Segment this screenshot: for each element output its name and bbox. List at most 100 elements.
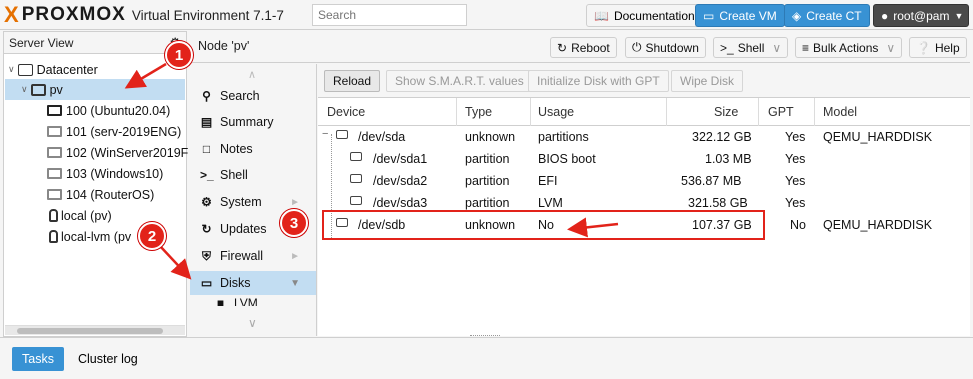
show-smart-button[interactable]: Show S.M.A.R.T. values	[386, 70, 533, 92]
nav-item-disks[interactable]: ▭ Disks ▼	[190, 271, 316, 295]
tab-cluster-log[interactable]: Cluster log	[68, 347, 148, 371]
tree-item-storage[interactable]: local (pv)	[49, 205, 112, 226]
tree-item-storage[interactable]: local-lvm (pv	[49, 226, 131, 247]
node-icon	[30, 83, 46, 96]
create-ct-button[interactable]: ◈ Create CT	[784, 4, 870, 27]
cell-usage: LVM	[538, 196, 563, 210]
initialize-gpt-button[interactable]: Initialize Disk with GPT	[528, 70, 669, 92]
wipe-disk-button[interactable]: Wipe Disk	[671, 70, 744, 92]
scrollbar-thumb[interactable]	[17, 328, 163, 334]
table-row[interactable]: /dev/sda1 partition BIOS boot 1.03 MB Ye…	[318, 148, 970, 170]
nav-label: Summary	[220, 115, 274, 129]
cell-device: /dev/sda3	[373, 196, 428, 210]
nav-item-search[interactable]: ⚲ Search	[190, 84, 316, 108]
documentation-label: Documentation	[613, 8, 695, 23]
shield-icon: ⛨	[201, 248, 211, 263]
cell-size: 321.58 GB	[688, 196, 748, 210]
collapse-icon[interactable]: −	[322, 128, 328, 140]
chevron-down-icon[interactable]: ∨	[772, 41, 781, 55]
book-icon: ▤	[200, 115, 213, 129]
help-label: Help	[934, 40, 960, 55]
node-title: Node 'pv'	[198, 39, 250, 53]
shutdown-button[interactable]: ⏻ Shutdown	[625, 37, 706, 58]
logo-x-mark: X	[4, 2, 20, 27]
cell-gpt: No	[790, 218, 806, 232]
help-button[interactable]: ❔ Help	[909, 37, 967, 58]
collapse-icon[interactable]: ∨	[21, 84, 28, 95]
horizontal-scrollbar[interactable]	[5, 325, 185, 335]
proxmox-logo[interactable]: X PROXMOX Virtual Environment 7.1-7	[4, 2, 284, 27]
column-header-type[interactable]: Type	[465, 105, 492, 119]
column-header-device[interactable]: Device	[327, 105, 365, 119]
collapse-icon[interactable]: ∨	[8, 64, 15, 75]
cell-gpt: Yes	[785, 152, 806, 166]
create-vm-button[interactable]: ▭ Create VM	[695, 4, 785, 27]
cell-size: 536.87 MB	[681, 174, 742, 188]
cell-usage: EFI	[538, 174, 558, 188]
disks-grid: Reload Show S.M.A.R.T. values Initialize…	[318, 64, 970, 336]
tab-tasks[interactable]: Tasks	[12, 347, 64, 371]
user-menu-button[interactable]: ● root@pam ▼	[873, 4, 969, 27]
nav-item-firewall[interactable]: ⛨ Firewall ►	[190, 244, 316, 268]
chevron-down-icon: ▼	[954, 10, 964, 21]
tree-item-node-pv[interactable]: ∨ pv	[5, 79, 185, 100]
server-view-selector[interactable]: Server View ⚙	[4, 32, 186, 54]
cell-size: 1.03 MB	[705, 152, 752, 166]
book-icon: 📖	[594, 8, 609, 23]
shutdown-label: Shutdown	[645, 40, 699, 55]
column-header-usage[interactable]: Usage	[538, 105, 574, 119]
chevron-right-icon: ►	[290, 196, 300, 208]
reload-button[interactable]: Reload	[324, 70, 381, 92]
tree-item-vm[interactable]: 102 (WinServer2019F	[47, 142, 188, 163]
scroll-down-icon[interactable]: ∨	[248, 316, 257, 330]
tree-label: local-lvm (pv	[61, 229, 132, 244]
chevron-down-icon: ∨	[886, 40, 896, 55]
tree-item-vm[interactable]: 100 (Ubuntu20.04)	[47, 100, 170, 121]
nav-item-lvm[interactable]: ■ LVM	[190, 296, 316, 306]
hdd-icon	[350, 196, 362, 205]
storage-icon	[49, 230, 58, 243]
documentation-button[interactable]: 📖 Documentation	[586, 4, 703, 27]
tree-label: pv	[49, 82, 63, 97]
search-input[interactable]	[312, 4, 467, 26]
hdd-icon	[350, 174, 362, 183]
tree-item-vm[interactable]: 103 (Windows10)	[47, 163, 163, 184]
grid-header: Device Type Usage Size GPT Model	[318, 98, 970, 126]
nav-item-shell[interactable]: >_ Shell	[190, 163, 316, 187]
create-ct-label: Create CT	[806, 8, 862, 23]
cell-type: unknown	[465, 130, 516, 144]
table-row[interactable]: − /dev/sda unknown partitions 322.12 GB …	[318, 126, 970, 148]
cell-device: /dev/sda	[358, 130, 406, 144]
terminal-icon: >_	[200, 168, 214, 182]
shell-button[interactable]: >_ Shell ∨	[713, 37, 789, 58]
gears-icon: ⚙	[201, 195, 212, 209]
nav-item-summary[interactable]: ▤ Summary	[190, 110, 316, 134]
table-row[interactable]: /dev/sda2 partition EFI 536.87 MB Yes	[318, 170, 970, 192]
storage-icon	[49, 209, 58, 222]
reboot-label: Reboot	[571, 40, 610, 55]
power-icon: ⏻	[632, 40, 642, 54]
cell-usage: BIOS boot	[538, 152, 596, 166]
reboot-button[interactable]: ↻ Reboot	[550, 37, 617, 58]
nav-item-notes[interactable]: □ Notes	[190, 137, 316, 161]
server-view-label: Server View	[9, 35, 74, 50]
terminal-icon: >_	[720, 40, 734, 55]
disks-toolbar: Reload Show S.M.A.R.T. values Initialize…	[318, 64, 970, 98]
tree-item-datacenter[interactable]: ∨ Datacenter	[8, 59, 98, 80]
chevron-right-icon: ►	[290, 250, 300, 262]
column-header-size[interactable]: Size	[714, 105, 738, 119]
column-header-gpt[interactable]: GPT	[768, 105, 794, 119]
annotation-badge-3: 3	[280, 209, 308, 237]
tree-item-vm[interactable]: 104 (RouterOS)	[47, 184, 154, 205]
nav-label: Shell	[220, 168, 248, 182]
top-header: X PROXMOX Virtual Environment 7.1-7 📖 Do…	[0, 0, 973, 30]
tree-label: 102 (WinServer2019F	[66, 145, 189, 160]
tree-label: Datacenter	[36, 62, 98, 77]
datacenter-icon	[17, 63, 33, 76]
highlight-box-sdb	[322, 210, 765, 240]
scroll-up-icon[interactable]: ∧	[248, 68, 256, 81]
bulk-actions-button[interactable]: ≡ Bulk Actions ∨	[795, 37, 903, 58]
column-header-model[interactable]: Model	[823, 105, 857, 119]
tree-item-vm[interactable]: 101 (serv-2019ENG)	[47, 121, 181, 142]
cell-size: 322.12 GB	[692, 130, 752, 144]
